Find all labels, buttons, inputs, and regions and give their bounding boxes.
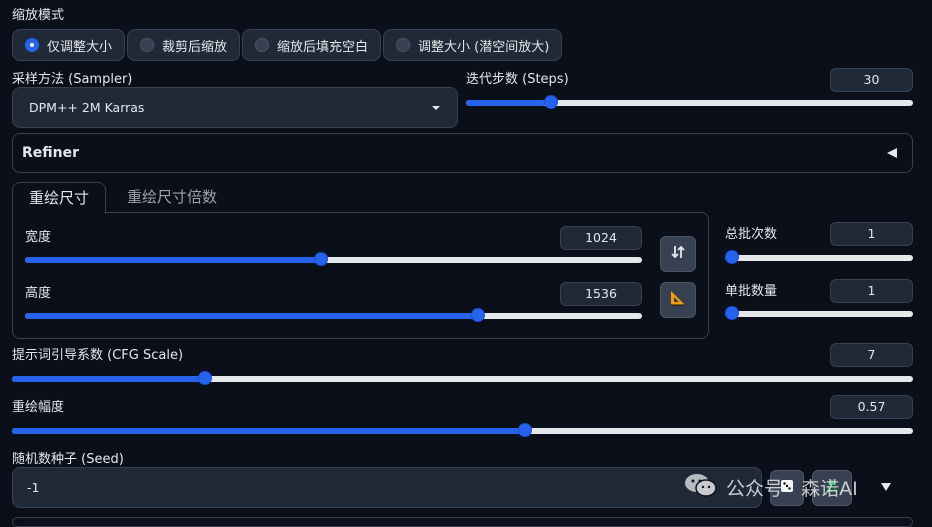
collapse-triangle-icon: [886, 147, 898, 163]
slider-thumb[interactable]: [725, 306, 739, 320]
radio-selected-icon: [25, 38, 39, 52]
tab-resize-scale[interactable]: 重绘尺寸倍数: [111, 182, 233, 214]
batch-size-slider[interactable]: [725, 306, 913, 322]
tab-resize-size[interactable]: 重绘尺寸: [12, 182, 107, 214]
steps-slider[interactable]: [466, 95, 913, 111]
cfg-input[interactable]: 7: [830, 343, 913, 367]
cfg-label: 提示词引导系数 (CFG Scale): [12, 348, 184, 363]
radio-empty-icon: [255, 38, 270, 52]
slider-thumb[interactable]: [725, 250, 739, 264]
aspect-ratio-button[interactable]: [660, 282, 696, 318]
watermark: 公众号 · 森诺AI: [684, 472, 858, 502]
sampler-dropdown[interactable]: DPM++ 2M Karras: [12, 87, 458, 128]
radio-empty-icon: [140, 38, 155, 52]
denoise-slider[interactable]: [12, 423, 913, 439]
swap-dimensions-icon: [670, 244, 686, 264]
caret-down-icon: [431, 100, 441, 115]
slider-fill: [12, 428, 526, 434]
refiner-accordion[interactable]: Refiner: [12, 133, 913, 173]
radio-label: 调整大小 (潜空间放大): [418, 39, 550, 55]
slider-thumb[interactable]: [314, 252, 329, 266]
seed-value: -1: [27, 480, 40, 495]
height-label: 高度: [25, 286, 52, 301]
seed-label: 随机数种子 (Seed): [12, 452, 124, 467]
seed-input[interactable]: -1: [12, 467, 762, 508]
steps-input[interactable]: 30: [830, 68, 913, 92]
slider-thumb[interactable]: [543, 95, 558, 109]
height-slider[interactable]: [25, 308, 642, 324]
resize-mode-label: 缩放模式: [12, 8, 65, 23]
slider-thumb[interactable]: [517, 423, 532, 437]
batch-size-label: 单批数量: [725, 284, 778, 299]
resize-mode-option-2[interactable]: 缩放后填充空白: [242, 29, 382, 61]
radio-label: 仅调整大小: [47, 39, 113, 55]
radio-label: 缩放后填充空白: [277, 39, 369, 55]
slider-fill: [25, 313, 482, 319]
denoise-input[interactable]: 0.57: [830, 395, 913, 419]
radio-label: 裁剪后缩放: [162, 39, 228, 55]
wechat-icon: [684, 472, 718, 502]
resize-mode-group: 仅调整大小 裁剪后缩放 缩放后填充空白 调整大小 (潜空间放大): [12, 29, 563, 61]
steps-label: 迭代步数 (Steps): [466, 72, 569, 87]
width-slider[interactable]: [25, 252, 642, 268]
slider-fill: [466, 100, 547, 106]
width-label: 宽度: [25, 230, 52, 245]
refiner-title: Refiner: [22, 145, 80, 161]
slider-fill: [25, 257, 322, 263]
expand-triangle-icon[interactable]: [880, 481, 892, 496]
resize-mode-option-3[interactable]: 调整大小 (潜空间放大): [383, 29, 563, 61]
sampler-label: 采样方法 (Sampler): [12, 72, 133, 87]
batch-count-input[interactable]: 1: [830, 222, 913, 246]
batch-size-input[interactable]: 1: [830, 279, 913, 303]
next-section-edge: [12, 517, 913, 527]
watermark-text: 公众号 · 森诺AI: [726, 477, 858, 500]
resize-mode-option-0[interactable]: 仅调整大小: [12, 29, 126, 61]
batch-count-slider[interactable]: [725, 250, 913, 266]
width-input[interactable]: 1024: [560, 226, 642, 250]
height-input[interactable]: 1536: [560, 282, 642, 306]
slider-fill: [12, 376, 202, 382]
slider-thumb[interactable]: [471, 308, 486, 322]
triangle-ruler-icon: [669, 289, 687, 311]
batch-count-label: 总批次数: [725, 227, 778, 242]
swap-dimensions-button[interactable]: [660, 236, 696, 272]
cfg-slider[interactable]: [12, 371, 913, 387]
sampler-value: DPM++ 2M Karras: [29, 100, 145, 115]
radio-empty-icon: [396, 38, 411, 52]
slider-thumb[interactable]: [198, 371, 213, 385]
denoise-label: 重绘幅度: [12, 400, 65, 415]
resize-mode-option-1[interactable]: 裁剪后缩放: [127, 29, 241, 61]
